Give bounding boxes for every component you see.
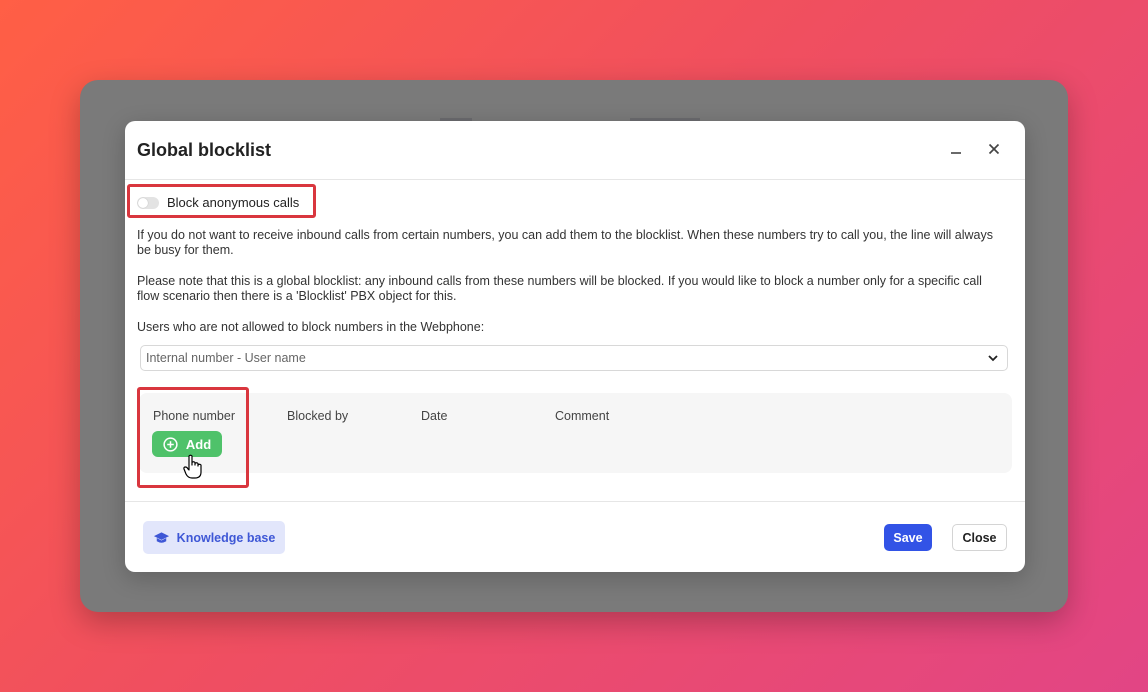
global-blocklist-dialog: Global blocklist Block anonymous calls I… <box>125 121 1025 572</box>
minimize-button[interactable] <box>945 138 967 160</box>
users-select[interactable]: Internal number - User name <box>140 345 1008 371</box>
column-header-blocked-by: Blocked by <box>287 409 349 423</box>
knowledge-base-label: Knowledge base <box>176 530 276 545</box>
knowledge-base-button[interactable]: Knowledge base <box>143 521 285 554</box>
description-paragraph-1: If you do not want to receive inbound ca… <box>137 228 993 257</box>
dialog-footer: Knowledge base Save Close <box>125 501 1025 572</box>
save-button[interactable]: Save <box>884 524 932 551</box>
dialog-header: Global blocklist <box>125 121 1025 180</box>
hand-pointer-icon <box>183 454 202 479</box>
block-anonymous-toggle[interactable] <box>137 196 159 209</box>
column-header-comment: Comment <box>555 409 610 423</box>
close-icon <box>988 143 1000 155</box>
dialog-title: Global blocklist <box>137 140 272 160</box>
blocklist-table: Phone number Blocked by Date Comment Add <box>139 393 1012 473</box>
close-dialog-button[interactable] <box>983 138 1005 160</box>
graduation-cap-icon <box>153 531 169 543</box>
block-anonymous-row: Block anonymous calls <box>137 195 299 210</box>
chevron-down-icon <box>988 355 998 362</box>
column-header-date: Date <box>421 409 448 423</box>
minimize-icon <box>951 152 961 154</box>
description-paragraph-2: Please note that this is a global blockl… <box>137 274 982 303</box>
users-restriction-label: Users who are not allowed to block numbe… <box>137 320 485 334</box>
block-anonymous-label: Block anonymous calls <box>167 195 300 210</box>
close-button[interactable]: Close <box>952 524 1007 551</box>
users-select-placeholder: Internal number - User name <box>146 351 306 365</box>
